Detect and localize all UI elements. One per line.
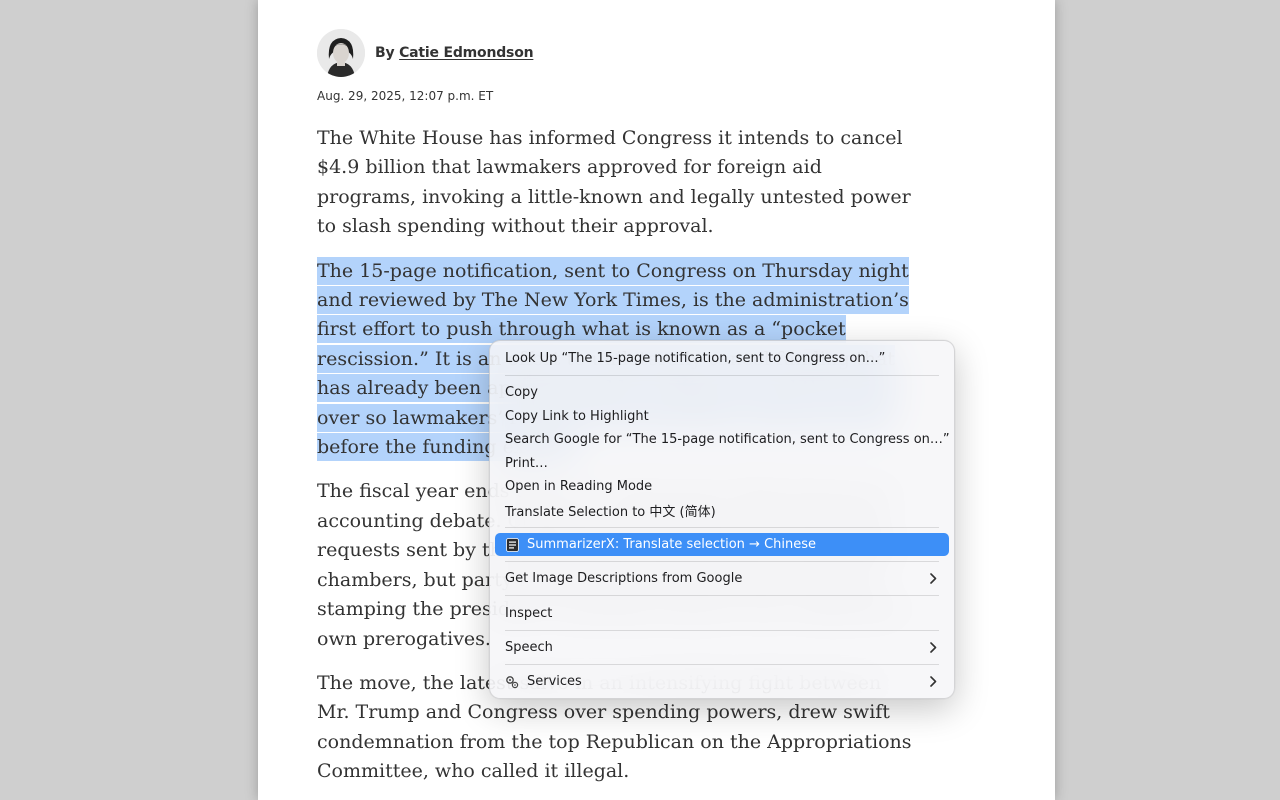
publish-date: Aug. 29, 2025, 12:07 p.m. ET (317, 89, 494, 103)
menu-separator (505, 595, 939, 596)
byline-text: By Catie Edmondson (375, 45, 534, 61)
context-menu: Look Up “The 15-page notification, sent … (489, 340, 955, 699)
menu-separator (505, 375, 939, 376)
author-link[interactable]: Catie Edmondson (399, 45, 533, 61)
article-paragraph-1: The White House has informed Congress it… (317, 127, 911, 238)
chevron-right-icon (929, 676, 937, 688)
menu-image-descriptions[interactable]: Get Image Descriptions from Google (495, 567, 949, 590)
author-avatar[interactable] (317, 29, 365, 77)
menu-open-reading-mode[interactable]: Open in Reading Mode (495, 475, 949, 498)
menu-look-up[interactable]: Look Up “The 15-page notification, sent … (495, 347, 949, 370)
menu-separator (505, 561, 939, 562)
menu-separator (505, 630, 939, 631)
byline-prefix: By (375, 45, 395, 61)
menu-services[interactable]: Services (495, 670, 949, 693)
chevron-right-icon (929, 642, 937, 654)
menu-speech[interactable]: Speech (495, 636, 949, 659)
document-lines-icon (505, 537, 519, 552)
menu-separator (505, 527, 939, 528)
menu-copy-link-to-highlight[interactable]: Copy Link to Highlight (495, 405, 949, 428)
services-gears-icon (505, 675, 519, 689)
menu-inspect[interactable]: Inspect (495, 602, 949, 625)
menu-copy[interactable]: Copy (495, 381, 949, 404)
menu-summarizerx-translate[interactable]: SummarizerX: Translate selection → Chine… (495, 533, 949, 556)
menu-print[interactable]: Print… (495, 452, 949, 475)
chevron-right-icon (929, 573, 937, 585)
byline: By Catie Edmondson (317, 29, 534, 77)
menu-separator (505, 664, 939, 665)
menu-translate-selection[interactable]: Translate Selection to 中文 (简体) (495, 499, 949, 522)
menu-search-google[interactable]: Search Google for “The 15-page notificat… (495, 428, 950, 451)
